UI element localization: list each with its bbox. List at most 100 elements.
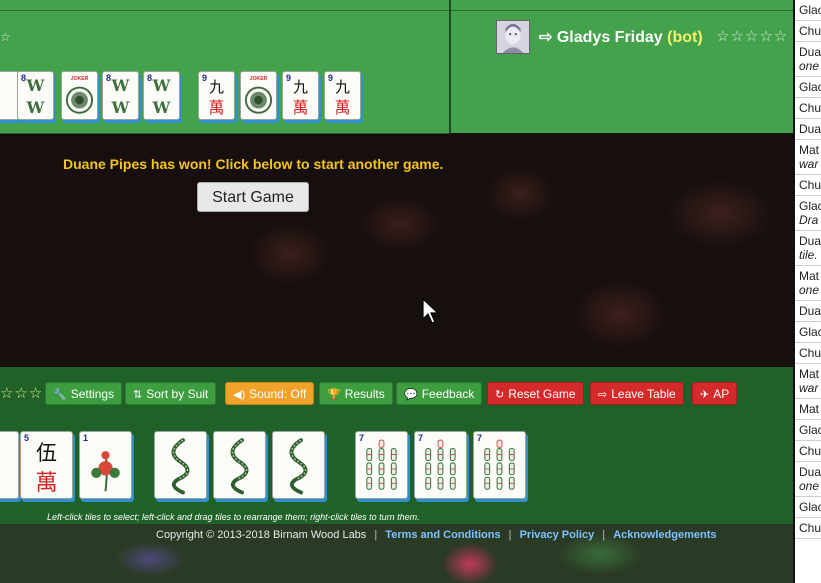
copyright-text: Copyright © 2013-2018 Birnam Wood Labs xyxy=(156,529,367,541)
terms-link[interactable]: Terms and Conditions xyxy=(385,529,500,541)
wrench-icon: 🔧 xyxy=(53,389,67,401)
chat-text: one xyxy=(799,283,820,297)
mouse-cursor-icon xyxy=(422,298,440,324)
ap-label: AP xyxy=(713,387,730,401)
chat-text: one xyxy=(799,59,820,73)
star-icon: ☆ xyxy=(0,30,11,44)
chat-text: tile. xyxy=(799,248,818,262)
chat-author: Chu xyxy=(799,521,821,535)
chat-message: Dua tile. xyxy=(795,231,821,266)
win-message: Duane Pipes has won! Click below to star… xyxy=(63,156,444,172)
chat-text: Dra xyxy=(799,213,819,227)
meld-tile[interactable]: JOKER xyxy=(61,71,98,120)
chat-author: Dua xyxy=(799,465,821,479)
tile-index: 8 xyxy=(147,73,153,83)
start-game-button[interactable]: Start Game xyxy=(197,182,309,212)
meld-tile[interactable]: 九 萬 9 xyxy=(324,71,361,120)
settings-button[interactable]: 🔧 Settings xyxy=(45,382,123,405)
svg-text:W: W xyxy=(152,98,171,117)
hand-tile[interactable] xyxy=(213,431,266,499)
chat-message: Chu xyxy=(795,441,821,462)
tile-index: 1 xyxy=(83,433,89,443)
sign-out-icon: ⇨ xyxy=(539,29,553,46)
hand-tile[interactable] xyxy=(0,431,19,499)
chat-message: Dua xyxy=(795,119,821,140)
hand-tile[interactable]: 7 xyxy=(414,431,467,499)
separator: | xyxy=(374,529,378,541)
meld-tile[interactable]: W W 8 xyxy=(143,71,180,120)
hand-tile[interactable]: 7 xyxy=(355,431,408,499)
leave-table-button[interactable]: ⇨ Leave Table xyxy=(590,382,684,405)
svg-text:萬: 萬 xyxy=(293,98,309,117)
chat-author: Glac xyxy=(799,3,821,17)
chat-author: Glac xyxy=(799,325,821,339)
reset-game-button[interactable]: ↻ Reset Game xyxy=(487,382,584,405)
player-hand-area: ☆☆☆ 🔧 Settings ⇅ Sort by Suit ◀) Sound: Off… xyxy=(0,367,793,524)
ap-button[interactable]: ✈ AP xyxy=(692,382,738,405)
chat-author: Dua xyxy=(799,304,821,318)
chat-text: war xyxy=(799,157,819,171)
results-button[interactable]: 🏆 Results xyxy=(319,382,393,405)
meld-tile[interactable]: W W 8 xyxy=(102,71,139,120)
bot-badge: (bot) xyxy=(667,29,703,46)
chat-log[interactable]: GlacChuDuaoneGlacChuDuaMatwarChuGlacDraD… xyxy=(793,0,821,583)
tile-index: 9 xyxy=(328,73,334,83)
chat-author: Chu xyxy=(799,178,821,192)
chat-message: GlacDra xyxy=(795,196,821,231)
acknowledgements-link[interactable]: Acknowledgements xyxy=(613,529,716,541)
opponent-meld-area: ☆ W W 8 JOKER W W 8 W W 8 九 萬 9 JOKER 九 xyxy=(0,0,449,134)
opponent-rating-stars: ☆☆☆☆☆ xyxy=(716,28,789,45)
tile-index: 7 xyxy=(418,433,424,443)
volume-icon: ◀) xyxy=(233,389,246,401)
hand-tile[interactable] xyxy=(154,431,207,499)
chat-message: Dua one xyxy=(795,462,821,497)
sort-by-suit-button[interactable]: ⇅ Sort by Suit xyxy=(125,382,217,405)
meld-tile[interactable]: 九 萬 9 xyxy=(282,71,319,120)
chat-message: Glac xyxy=(795,322,821,343)
svg-text:W: W xyxy=(26,76,45,95)
opponent-name-text: Gladys Friday xyxy=(556,29,663,46)
svg-text:萬: 萬 xyxy=(209,98,225,117)
tile-index: 8 xyxy=(106,73,112,83)
hand-tile[interactable]: 7 xyxy=(473,431,526,499)
privacy-link[interactable]: Privacy Policy xyxy=(520,529,595,541)
reset-label: Reset Game xyxy=(508,387,576,401)
svg-text:九: 九 xyxy=(209,79,224,96)
meld-tile[interactable]: W W 8 xyxy=(17,71,54,120)
settings-label: Settings xyxy=(70,387,115,401)
chat-author: Chu xyxy=(799,24,821,38)
tile-index: 7 xyxy=(359,433,365,443)
tile-index: 9 xyxy=(202,73,208,83)
chat-message: Glac xyxy=(795,0,821,21)
sort-icon: ⇅ xyxy=(133,389,143,401)
chat-message: Mat war xyxy=(795,140,821,175)
svg-text:萬: 萬 xyxy=(335,98,351,117)
chat-text: war xyxy=(799,381,819,395)
chat-author: Dua xyxy=(799,122,821,136)
separator: | xyxy=(508,529,512,541)
chat-message: Mat xyxy=(795,399,821,420)
chat-author: Glac xyxy=(799,199,821,213)
refresh-icon: ↻ xyxy=(495,389,505,401)
chat-message: Mat war xyxy=(795,364,821,399)
chat-message: Dua one xyxy=(795,42,821,77)
chat-author: Dua xyxy=(799,234,821,248)
svg-text:萬: 萬 xyxy=(35,470,57,496)
chat-author: Glac xyxy=(799,500,821,514)
chat-message: Mat one xyxy=(795,266,821,301)
tile-index: 7 xyxy=(477,433,483,443)
opponent-name: ⇨ Gladys Friday (bot) xyxy=(539,27,703,47)
hand-tile[interactable]: 伍 萬 5 xyxy=(20,431,73,499)
divider xyxy=(0,10,449,11)
hand-tile[interactable]: 1 xyxy=(79,431,132,499)
feedback-button[interactable]: 💬 Feedback xyxy=(396,382,483,405)
sound-toggle-button[interactable]: ◀) Sound: Off xyxy=(225,382,315,405)
meld-tile[interactable]: 九 萬 9 xyxy=(198,71,235,120)
footer-links: Copyright © 2013-2018 Birnam Wood Labs |… xyxy=(156,529,717,541)
tile-index: 8 xyxy=(21,73,27,83)
svg-text:W: W xyxy=(152,76,171,95)
hand-tile[interactable] xyxy=(272,431,325,499)
meld-tile[interactable]: JOKER xyxy=(240,71,277,120)
sound-label: Sound: Off xyxy=(249,387,307,401)
svg-text:JOKER: JOKER xyxy=(71,76,89,82)
